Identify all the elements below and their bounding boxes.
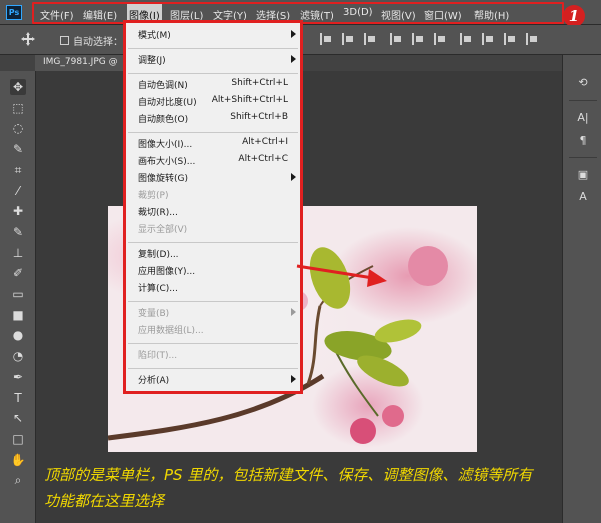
dropdown-menu-item[interactable]: 计算(C)...	[138, 281, 178, 294]
brush-icon[interactable]: ✎	[10, 224, 26, 240]
dropdown-menu-item[interactable]: 图像大小(I)...	[138, 137, 192, 150]
photoshop-logo-icon: Ps	[6, 5, 22, 20]
clone-stamp-icon[interactable]: ⊥	[10, 245, 26, 261]
menu-shortcut: Alt+Ctrl+C	[238, 154, 288, 164]
history-panel-icon[interactable]: ⟲	[575, 75, 591, 91]
menu-separator	[128, 242, 298, 243]
quick-select-icon[interactable]: ✎	[10, 141, 26, 157]
align-distribute-icon[interactable]	[342, 33, 354, 45]
lasso-icon[interactable]: ◌	[10, 120, 26, 136]
dropdown-menu-item: 显示全部(V)	[138, 225, 188, 235]
align-distribute-icon[interactable]	[320, 33, 332, 45]
menu-shortcut: Alt+Shift+Ctrl+L	[211, 95, 288, 105]
dropdown-menu-item[interactable]: 调整(J)	[138, 53, 166, 66]
menu-separator	[128, 73, 298, 74]
annotation-caption: 顶部的是菜单栏，PS 里的，包括新建文件、保存、调整图像、滤镜等所有功能都在这里…	[44, 466, 533, 510]
crop-icon[interactable]: ⌗	[10, 162, 26, 178]
hand-icon[interactable]: ✋	[10, 452, 26, 468]
submenu-arrow-icon	[291, 308, 296, 316]
dropdown-menu-item: 陷印(T)...	[138, 351, 178, 361]
align-distribute-icon[interactable]	[364, 33, 376, 45]
annotation-arrow-icon	[296, 264, 387, 287]
submenu-arrow-icon	[291, 375, 296, 383]
dropdown-menu-item: 应用数据组(L)...	[138, 326, 204, 336]
menu-separator	[128, 343, 298, 344]
dropdown-menu-item[interactable]: 自动色调(N)	[138, 78, 188, 91]
shape-icon[interactable]: □	[10, 431, 26, 447]
submenu-arrow-icon	[291, 173, 296, 181]
right-panel-strip: ⟲ A| ¶ ▣ A	[562, 55, 601, 523]
dropdown-menu-item[interactable]: 复制(D)...	[138, 247, 179, 260]
paragraph-panel-icon[interactable]: ¶	[575, 133, 591, 149]
pen-icon[interactable]: ✒	[10, 369, 26, 385]
image-menu-dropdown: 模式(M) 调整(J) 自动色调(N) Shift+Ctrl+L 自动对比度(U) Alt…	[123, 20, 303, 394]
menu-separator	[128, 368, 298, 369]
dropdown-menu-item[interactable]: 应用图像(Y)...	[138, 264, 195, 277]
align-distribute-icon[interactable]	[526, 33, 538, 45]
tools-panel: ✥ ⬚ ◌ ✎ ⌗ ⁄ ✚ ✎ ⊥ ✐ ▭ ■ ● ◔ ✒ T ↖ □ ✋ ⌕	[0, 71, 36, 523]
path-select-icon[interactable]: ↖	[10, 410, 26, 426]
submenu-arrow-icon	[291, 55, 296, 63]
align-distribute-icon[interactable]	[504, 33, 516, 45]
panel-divider	[569, 100, 597, 101]
eraser-icon[interactable]: ▭	[10, 286, 26, 302]
blur-icon[interactable]: ●	[10, 327, 26, 343]
auto-select-option[interactable]: 自动选择：	[60, 33, 123, 48]
menu-separator	[128, 132, 298, 133]
move-icon[interactable]: ✥	[10, 79, 26, 95]
zoom-icon[interactable]: ⌕	[10, 472, 26, 488]
menu-shortcut: Alt+Ctrl+I	[242, 137, 288, 147]
dropdown-menu-item[interactable]: 自动对比度(U)	[138, 95, 197, 108]
dropdown-menu-item[interactable]: 分析(A)	[138, 373, 169, 386]
auto-select-label: 自动选择：	[73, 37, 123, 48]
align-distribute-icon[interactable]	[390, 33, 402, 45]
align-distribute-icon[interactable]	[412, 33, 424, 45]
dodge-icon[interactable]: ◔	[10, 348, 26, 364]
menu-shortcut: Shift+Ctrl+B	[230, 112, 288, 122]
dropdown-menu-item[interactable]: 裁切(R)...	[138, 205, 178, 218]
eyedropper-icon[interactable]: ⁄	[10, 183, 26, 199]
align-distribute-icon[interactable]	[482, 33, 494, 45]
auto-select-checkbox[interactable]	[60, 36, 69, 45]
dropdown-menu-item: 变量(B)	[138, 309, 170, 319]
dropdown-menu-item: 裁剪(P)	[138, 191, 169, 201]
dropdown-menu-item[interactable]: 画布大小(S)...	[138, 154, 195, 167]
dropdown-menu-item[interactable]: 图像旋转(G)	[138, 171, 188, 184]
step-number-badge: 1	[563, 5, 585, 27]
gradient-icon[interactable]: ■	[10, 307, 26, 323]
character-styles-panel-icon[interactable]: A	[575, 189, 591, 205]
character-panel-icon[interactable]: A|	[575, 110, 591, 126]
dropdown-menu-item[interactable]: 自动颜色(O)	[138, 112, 188, 125]
move-tool-option-icon[interactable]	[20, 31, 36, 47]
panel-divider	[569, 157, 597, 158]
type-icon[interactable]: T	[10, 390, 26, 406]
menu-shortcut: Shift+Ctrl+L	[231, 78, 288, 88]
glyphs-panel-icon[interactable]: ▣	[575, 167, 591, 183]
history-brush-icon[interactable]: ✐	[10, 265, 26, 281]
healing-brush-icon[interactable]: ✚	[10, 203, 26, 219]
document-tab[interactable]: IMG_7981.JPG @	[35, 55, 126, 71]
menu-separator	[128, 301, 298, 302]
align-distribute-icon[interactable]	[460, 33, 472, 45]
dropdown-menu-item[interactable]: 模式(M)	[138, 28, 171, 41]
align-distribute-icon[interactable]	[434, 33, 446, 45]
menu-separator	[128, 48, 298, 49]
submenu-arrow-icon	[291, 30, 296, 38]
marquee-icon[interactable]: ⬚	[10, 100, 26, 116]
